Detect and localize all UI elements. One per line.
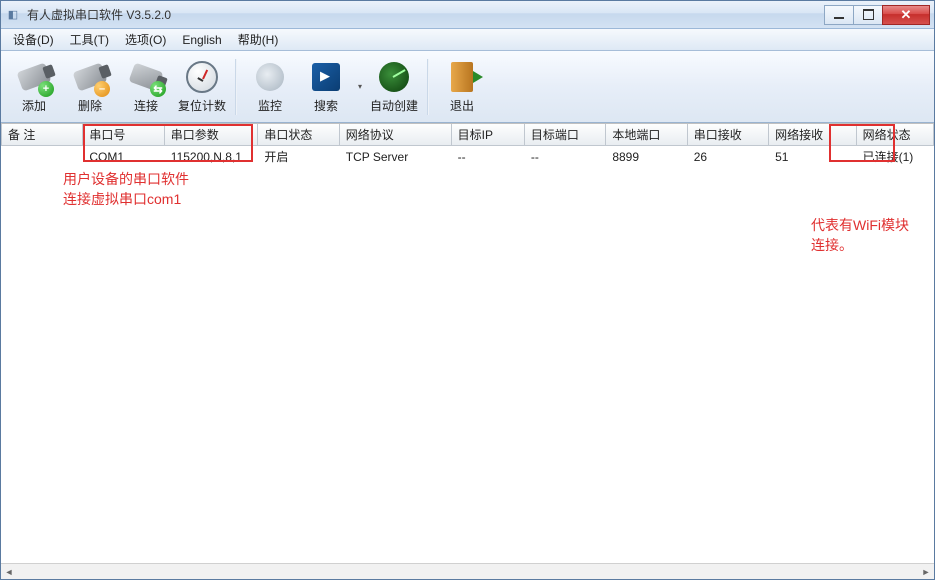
col-net-rx[interactable]: 网络接收 <box>769 124 857 146</box>
reset-counter-icon <box>184 59 220 95</box>
annotation-left-line1: 用户设备的串口软件 <box>63 170 189 190</box>
cell-params: 115200,N,8,1 <box>164 146 258 168</box>
scroll-track[interactable] <box>17 565 918 579</box>
col-remark[interactable]: 备 注 <box>2 124 83 146</box>
cell-port: COM1 <box>83 146 164 168</box>
col-port-state[interactable]: 串口状态 <box>258 124 339 146</box>
auto-create-button[interactable]: 自动创建 <box>367 56 421 118</box>
search-label: 搜索 <box>314 97 338 114</box>
menu-device[interactable]: 设备(D) <box>5 29 62 50</box>
cell-target-ip: -- <box>451 146 524 168</box>
maximize-button[interactable] <box>853 5 883 25</box>
toolbar: + 添加 – 删除 ⇆ 连接 复位计数 监控 搜索 ▾ 自动创建 <box>1 51 934 123</box>
col-target-ip[interactable]: 目标IP <box>451 124 524 146</box>
minimize-button[interactable] <box>824 5 854 25</box>
col-net-state[interactable]: 网络状态 <box>856 124 933 146</box>
cell-net-state: 已连接(1) <box>856 146 933 168</box>
annotation-text-right: 代表有WiFi模块 连接。 <box>811 216 909 255</box>
search-button[interactable]: 搜索 <box>299 56 353 118</box>
menu-help[interactable]: 帮助(H) <box>230 29 287 50</box>
auto-create-label: 自动创建 <box>370 97 418 114</box>
window-title: 有人虚拟串口软件 V3.5.2.0 <box>27 6 825 23</box>
annotation-left-line2: 连接虚拟串口com1 <box>63 190 189 210</box>
plug-add-icon: + <box>16 59 52 95</box>
monitor-label: 监控 <box>258 97 282 114</box>
menu-options[interactable]: 选项(O) <box>117 29 174 50</box>
app-icon: ◧ <box>5 7 21 23</box>
add-button[interactable]: + 添加 <box>7 56 61 118</box>
connect-button[interactable]: ⇆ 连接 <box>119 56 173 118</box>
cell-protocol: TCP Server <box>339 146 451 168</box>
annotation-right-line1: 代表有WiFi模块 <box>811 216 909 236</box>
annotation-right-line2: 连接。 <box>811 236 909 256</box>
delete-label: 删除 <box>78 97 102 114</box>
col-serial-rx[interactable]: 串口接收 <box>687 124 768 146</box>
connect-label: 连接 <box>134 97 158 114</box>
cell-port-state: 开启 <box>258 146 339 168</box>
monitor-icon <box>252 59 288 95</box>
cell-target-port: -- <box>524 146 605 168</box>
plug-remove-icon: – <box>72 59 108 95</box>
annotation-text-left: 用户设备的串口软件 连接虚拟串口com1 <box>63 170 189 209</box>
toolbar-separator <box>427 59 429 115</box>
scroll-right-arrow-icon[interactable]: ► <box>918 565 934 579</box>
exit-label: 退出 <box>450 97 474 114</box>
table-header-row: 备 注 串口号 串口参数 串口状态 网络协议 目标IP 目标端口 本地端口 串口… <box>2 124 934 146</box>
reset-counter-label: 复位计数 <box>178 97 226 114</box>
horizontal-scrollbar[interactable]: ◄ ► <box>1 563 934 579</box>
exit-button[interactable]: 退出 <box>435 56 489 118</box>
scroll-left-arrow-icon[interactable]: ◄ <box>1 565 17 579</box>
col-protocol[interactable]: 网络协议 <box>339 124 451 146</box>
device-table-area: 备 注 串口号 串口参数 串口状态 网络协议 目标IP 目标端口 本地端口 串口… <box>1 123 934 563</box>
col-port[interactable]: 串口号 <box>83 124 164 146</box>
search-dropdown-arrow-icon[interactable]: ▾ <box>355 56 365 118</box>
cell-serial-rx: 26 <box>687 146 768 168</box>
monitor-button[interactable]: 监控 <box>243 56 297 118</box>
auto-create-icon <box>376 59 412 95</box>
exit-icon <box>444 59 480 95</box>
connect-icon: ⇆ <box>128 59 164 95</box>
col-params[interactable]: 串口参数 <box>164 124 258 146</box>
menubar: 设备(D) 工具(T) 选项(O) English 帮助(H) <box>1 29 934 51</box>
menu-language[interactable]: English <box>174 31 229 49</box>
device-table: 备 注 串口号 串口参数 串口状态 网络协议 目标IP 目标端口 本地端口 串口… <box>1 124 934 167</box>
cell-net-rx: 51 <box>769 146 857 168</box>
delete-button[interactable]: – 删除 <box>63 56 117 118</box>
add-label: 添加 <box>22 97 46 114</box>
reset-counter-button[interactable]: 复位计数 <box>175 56 229 118</box>
search-icon <box>308 59 344 95</box>
cell-local-port: 8899 <box>606 146 687 168</box>
menu-tools[interactable]: 工具(T) <box>62 29 117 50</box>
col-target-port[interactable]: 目标端口 <box>524 124 605 146</box>
close-button[interactable] <box>882 5 930 25</box>
col-local-port[interactable]: 本地端口 <box>606 124 687 146</box>
cell-remark <box>2 146 83 168</box>
titlebar: ◧ 有人虚拟串口软件 V3.5.2.0 <box>1 1 934 29</box>
table-row[interactable]: COM1 115200,N,8,1 开启 TCP Server -- -- 88… <box>2 146 934 168</box>
toolbar-separator <box>235 59 237 115</box>
app-window: ◧ 有人虚拟串口软件 V3.5.2.0 设备(D) 工具(T) 选项(O) En… <box>0 0 935 580</box>
window-controls <box>825 5 930 25</box>
